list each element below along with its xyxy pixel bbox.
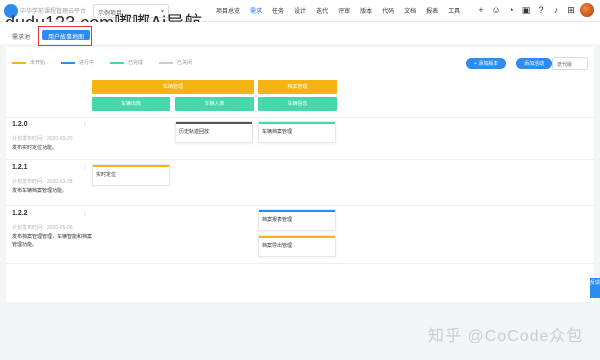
legend-item: 进行中 — [61, 59, 94, 66]
nav-item-code[interactable]: 代码 — [382, 6, 394, 15]
footer-watermark: 知乎 @CoCode众包 — [428, 328, 584, 345]
legend-swatch — [12, 61, 26, 64]
story-card[interactable]: 档案报表管理 — [258, 209, 336, 231]
version-filter-value: 迭代版 — [557, 62, 573, 68]
nav-item-docs[interactable]: 文档 — [404, 6, 416, 15]
story-card[interactable]: 历史轨迹回放 — [175, 121, 253, 143]
main-nav: 项目总览 需求 任务 设计 迭代 评审 版本 代码 文档 报表 工具 — [216, 6, 460, 15]
task-bar[interactable]: 车辆出库 — [92, 97, 170, 111]
version-desc: 发布实时定位功能。 — [12, 145, 58, 151]
legend-label: 进行中 — [79, 60, 95, 66]
row-divider — [6, 159, 594, 160]
nav-item-version[interactable]: 版本 — [360, 6, 372, 15]
card-title: 档案导出管理 — [262, 243, 293, 249]
task-bar[interactable]: 车辆入库 — [175, 97, 254, 111]
version-desc: 发布车辆档案管理功能。 — [12, 188, 68, 194]
grid-icon[interactable]: ⊞ — [565, 3, 577, 17]
top-right-icons: + ☺ ◔ ▣ ? ♪ ⊞ — [475, 3, 594, 17]
status-legend: 未开始 进行中 已完成 已关闭 — [12, 59, 192, 66]
nav-item-tools[interactable]: 工具 — [448, 6, 460, 15]
row-divider — [6, 263, 594, 264]
legend-swatch — [61, 61, 76, 64]
version-desc: 发布档案管理管理，车辆智能和档案管理功能。 — [12, 234, 93, 248]
card-title: 车辆档案管理 — [262, 129, 293, 135]
nav-item-review[interactable]: 评审 — [338, 6, 350, 15]
task-bar[interactable]: 车辆信息 — [258, 97, 337, 111]
story-card[interactable]: 实时定位 — [92, 164, 170, 186]
version-title: 1.2.0 — [12, 121, 28, 128]
version-filter-select[interactable]: 迭代版 — [552, 57, 588, 70]
activity-bar[interactable]: 车辆管理 — [92, 80, 254, 94]
version-title: 1.2.2 — [12, 210, 28, 217]
story-card[interactable]: 车辆档案管理 — [258, 121, 336, 143]
add-activity-button[interactable]: 添加活动 — [516, 58, 553, 69]
nav-item-requirements[interactable]: 需求 — [250, 6, 262, 15]
nav-item-tasks[interactable]: 任务 — [272, 6, 284, 15]
legend-label: 未开始 — [30, 60, 46, 66]
calendar-icon[interactable]: ▣ — [520, 3, 532, 17]
version-date: 计划发布时间：2020-05-06 — [12, 225, 73, 231]
more-icon[interactable]: ⋮ — [82, 164, 88, 171]
feedback-side-tab[interactable]: 反馈 — [590, 278, 600, 298]
card-title: 实时定位 — [96, 172, 117, 178]
legend-swatch — [110, 61, 125, 64]
legend-item: 已关闭 — [159, 59, 192, 66]
nav-item-design[interactable]: 设计 — [294, 6, 306, 15]
version-date: 计划发布时间：2020-03-28 — [12, 179, 73, 185]
add-version-button[interactable]: + 添加版本 — [466, 58, 507, 69]
more-icon[interactable]: ⋮ — [82, 210, 88, 217]
version-title: 1.2.1 — [12, 164, 28, 171]
avatar[interactable] — [580, 3, 594, 17]
row-divider — [6, 117, 594, 118]
more-icon[interactable]: ⋮ — [82, 121, 88, 128]
legend-item: 已完成 — [110, 59, 143, 66]
help-icon[interactable]: ? — [535, 3, 547, 17]
legend-swatch — [159, 61, 174, 64]
nav-item-overview[interactable]: 项目总览 — [216, 6, 240, 15]
plus-icon[interactable]: + — [475, 3, 487, 17]
bell-icon[interactable]: ♪ — [550, 3, 562, 17]
clock-icon[interactable]: ◔ — [505, 3, 517, 17]
nav-item-reports[interactable]: 报表 — [426, 6, 438, 15]
tab-requirement-pool[interactable]: 需求池 — [12, 32, 30, 41]
row-divider — [6, 205, 594, 206]
legend-label: 已完成 — [128, 60, 144, 66]
legend-label: 已关闭 — [177, 60, 193, 66]
story-card[interactable]: 档案导出管理 — [258, 235, 336, 257]
card-title: 档案报表管理 — [262, 217, 293, 223]
activity-bar[interactable]: 档案管理 — [258, 80, 337, 94]
smile-icon[interactable]: ☺ — [490, 3, 502, 17]
highlight-box — [38, 26, 92, 46]
card-title: 历史轨迹回放 — [179, 129, 210, 135]
story-map-panel: 未开始 进行中 已完成 已关闭 + 添加版本 添加活动 迭代版 车辆管理 档案管… — [6, 47, 594, 302]
legend-item: 未开始 — [12, 59, 45, 66]
nav-item-iteration[interactable]: 迭代 — [316, 6, 328, 15]
version-date: 计划发布时间：2020-03-20 — [12, 136, 73, 142]
